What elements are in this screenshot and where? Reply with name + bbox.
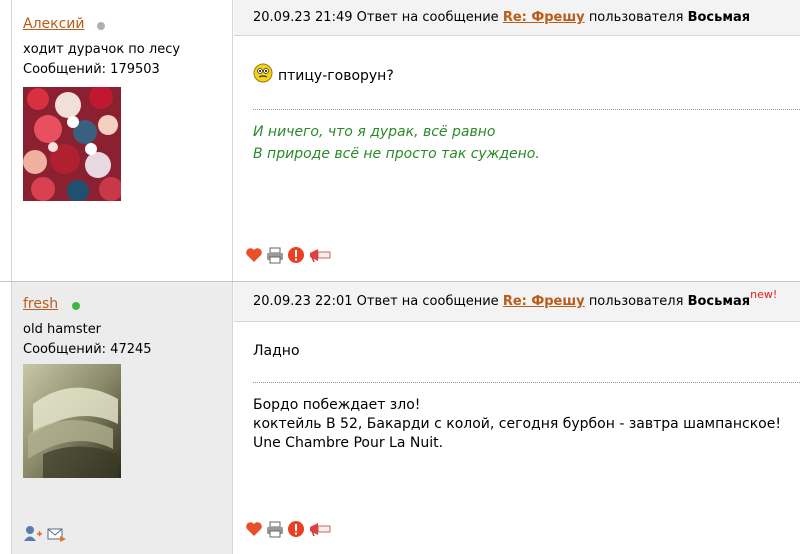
new-badge: new! — [750, 288, 778, 301]
avatar — [23, 364, 121, 478]
post-header: 20.09.23 21:49 Ответ на сообщение Re: Фр… — [234, 0, 800, 36]
warning-icon[interactable] — [287, 246, 305, 264]
signature-divider — [253, 382, 800, 383]
post-date: 20.09.23 22:01 — [253, 294, 353, 309]
avatar — [23, 85, 123, 202]
author-status: ходит дурачок по лесу — [23, 42, 181, 57]
print-icon[interactable] — [266, 246, 284, 264]
author-name[interactable]: Алексий — [23, 16, 85, 32]
heart-icon[interactable] — [245, 520, 263, 538]
reply-link[interactable]: Re: Фрешу — [503, 294, 585, 309]
print-icon[interactable] — [266, 520, 284, 538]
reply-user: Восьмая — [687, 10, 751, 25]
post-content: 20.09.23 21:49 Ответ на сообщение Re: Фр… — [234, 0, 800, 281]
post-header: 20.09.23 22:01 Ответ на сообщение Re: Фр… — [234, 282, 800, 322]
post-text: Ладно — [253, 343, 300, 359]
megaphone-icon[interactable] — [308, 520, 332, 538]
offline-status-icon — [97, 22, 105, 30]
post-date: 20.09.23 21:49 — [253, 10, 353, 25]
heart-icon[interactable] — [245, 246, 263, 264]
signature: Бордо побеждает зло! коктейль В 52, Бака… — [253, 397, 781, 451]
post-text: птицу-говорун? — [278, 68, 394, 84]
send-message-icon[interactable] — [47, 527, 67, 547]
signature-divider — [253, 109, 800, 110]
author-messages: Сообщений: 47245 — [23, 342, 152, 357]
post-2: fresh old hamster Сообщений: 47245 20.09… — [0, 282, 800, 554]
author-status: old hamster — [23, 322, 102, 337]
reply-user: Восьмая — [687, 294, 751, 309]
author-panel: fresh old hamster Сообщений: 47245 — [11, 282, 233, 554]
author-panel: Алексий ходит дурачок по лесу Сообщений:… — [11, 0, 233, 281]
post-actions — [245, 520, 332, 538]
author-messages: Сообщений: 179503 — [23, 62, 160, 77]
post-1: Алексий ходит дурачок по лесу Сообщений:… — [0, 0, 800, 281]
confused-smiley-icon — [253, 63, 273, 87]
post-actions — [245, 246, 332, 264]
signature: И ничего, что я дурак, всё равно В приро… — [253, 124, 540, 162]
reply-link[interactable]: Re: Фрешу — [503, 10, 585, 25]
author-name[interactable]: fresh — [23, 296, 58, 312]
warning-icon[interactable] — [287, 520, 305, 538]
add-friend-icon[interactable] — [23, 525, 43, 547]
online-status-icon — [72, 302, 80, 310]
megaphone-icon[interactable] — [308, 246, 332, 264]
post-content: 20.09.23 22:01 Ответ на сообщение Re: Фр… — [234, 282, 800, 554]
